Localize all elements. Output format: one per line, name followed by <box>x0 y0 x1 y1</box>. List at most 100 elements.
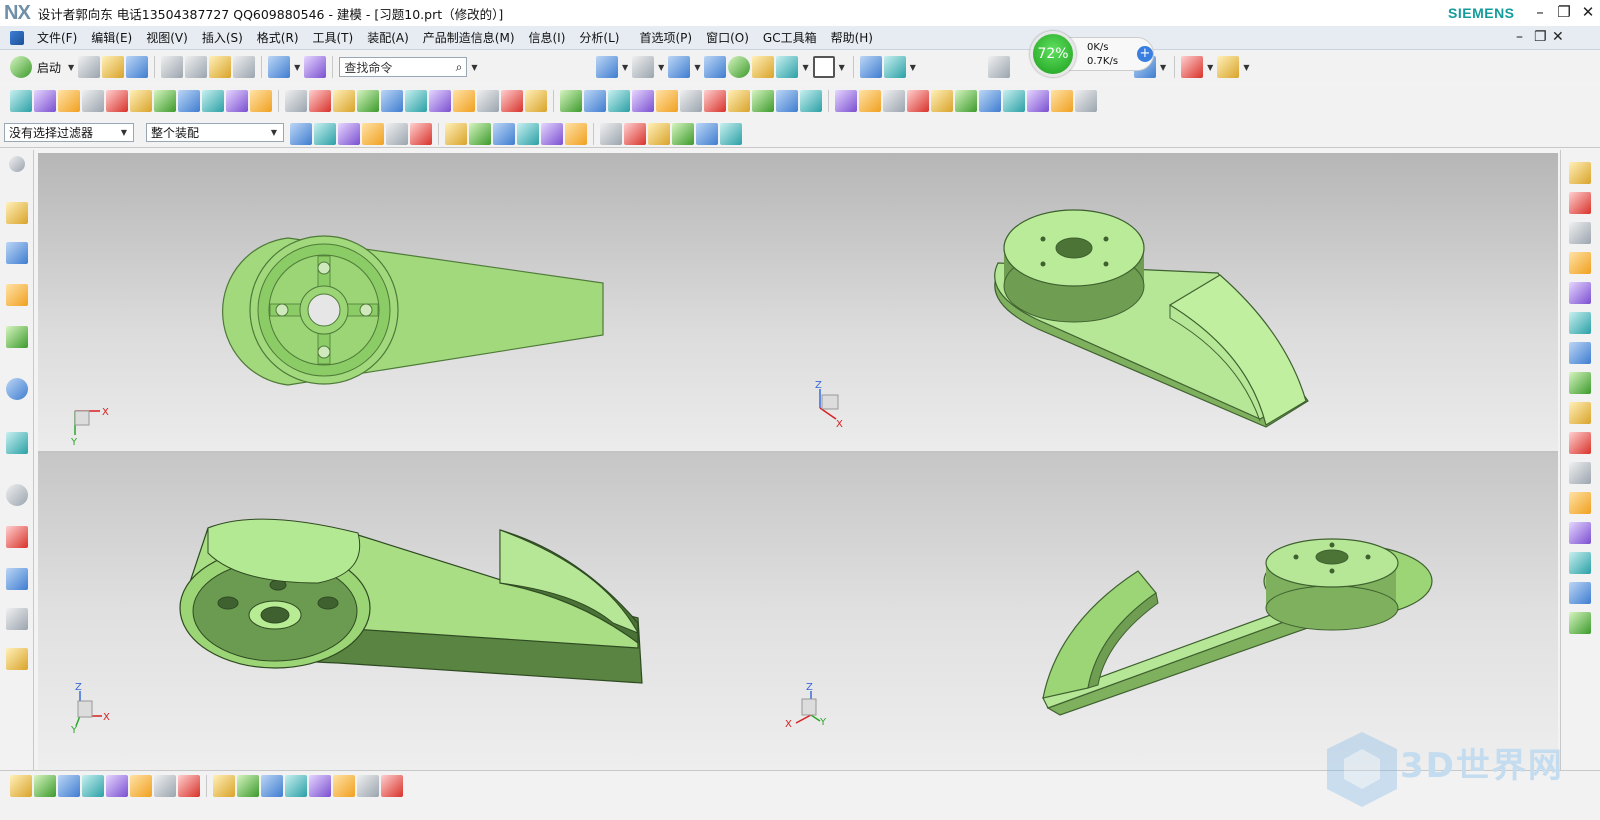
process-studio-icon[interactable] <box>6 568 28 590</box>
doc-restore-button[interactable]: ❐ <box>1534 29 1547 45</box>
bottom-tool-icon-11[interactable] <box>261 775 283 797</box>
model-views[interactable]: X Y Z X Z X Y Z X Y <box>38 153 1558 770</box>
feature-tool-icon-35[interactable] <box>859 90 881 112</box>
command-search-input[interactable]: 查找命令 ⌕ <box>339 57 468 77</box>
feature-tool-icon-40[interactable] <box>979 90 1001 112</box>
show-hide-icon[interactable] <box>859 56 882 78</box>
feature-tool-icon-31[interactable] <box>752 90 774 112</box>
right-rail-tool-icon-4[interactable] <box>1569 252 1591 274</box>
menu-edit[interactable]: 编辑(E) <box>84 29 139 46</box>
bottom-tool-icon-15[interactable] <box>357 775 379 797</box>
feature-tool-icon-14[interactable] <box>333 90 355 112</box>
right-rail-tool-icon-12[interactable] <box>1569 492 1591 514</box>
search-icon[interactable]: ⌕ <box>456 60 463 75</box>
feature-tool-icon-8[interactable] <box>178 90 200 112</box>
feature-tool-icon-4[interactable] <box>82 90 104 112</box>
cut-icon[interactable] <box>161 56 184 78</box>
feature-tool-icon-10[interactable] <box>226 90 248 112</box>
snap-tool-icon-1[interactable] <box>290 123 312 145</box>
snap-tool-icon-18[interactable] <box>720 123 742 145</box>
feature-tool-icon-5[interactable] <box>106 90 128 112</box>
minimize-window-button[interactable]: – <box>1530 3 1550 21</box>
menu-help[interactable]: 帮助(H) <box>824 29 880 46</box>
bottom-tool-icon-16[interactable] <box>381 775 403 797</box>
feature-tool-icon-27[interactable] <box>656 90 678 112</box>
layer-icon[interactable] <box>752 56 775 78</box>
touch-mode-icon[interactable] <box>304 56 327 78</box>
snap-tool-icon-13[interactable] <box>600 123 622 145</box>
restore-window-button[interactable]: ❐ <box>1554 3 1574 21</box>
right-rail-tool-icon-7[interactable] <box>1569 342 1591 364</box>
view-orient-icon[interactable] <box>668 56 691 78</box>
feature-tool-icon-38[interactable] <box>931 90 953 112</box>
reuse-library-icon[interactable] <box>6 326 28 348</box>
snap-tool-icon-4[interactable] <box>362 123 384 145</box>
bottom-tool-icon-4[interactable] <box>82 775 104 797</box>
web-browser-icon[interactable] <box>6 378 28 400</box>
memory-usage-ring[interactable]: 72% <box>1030 31 1076 77</box>
feature-tool-icon-9[interactable] <box>202 90 224 112</box>
menu-assembly[interactable]: 装配(A) <box>360 29 416 46</box>
feature-tool-icon-24[interactable] <box>584 90 606 112</box>
snap-tool-icon-12[interactable] <box>565 123 587 145</box>
snap-tool-icon-9[interactable] <box>493 123 515 145</box>
ruler-icon[interactable] <box>1217 56 1240 78</box>
snap-tool-icon-6[interactable] <box>410 123 432 145</box>
menu-gc-toolbox[interactable]: GC工具箱 <box>756 29 824 46</box>
feature-tool-icon-37[interactable] <box>907 90 929 112</box>
bottom-tool-icon-8[interactable] <box>178 775 200 797</box>
bottom-tool-icon-12[interactable] <box>285 775 307 797</box>
system-materials-icon[interactable] <box>6 526 28 548</box>
feature-tool-icon-7[interactable] <box>154 90 176 112</box>
bottom-tool-icon-6[interactable] <box>130 775 152 797</box>
accelerate-plus-icon[interactable]: + <box>1137 46 1153 62</box>
bottom-tool-icon-9[interactable] <box>213 775 235 797</box>
menu-insert[interactable]: 插入(S) <box>195 29 250 46</box>
selection-scope-dropdown[interactable]: 整个装配 ▼ <box>146 123 284 142</box>
bottom-tool-icon-1[interactable] <box>10 775 32 797</box>
feature-tool-icon-19[interactable] <box>453 90 475 112</box>
bottom-tool-icon-7[interactable] <box>154 775 176 797</box>
bottom-tool-icon-10[interactable] <box>237 775 259 797</box>
settings-gear-icon[interactable] <box>9 156 25 172</box>
feature-tool-icon-33[interactable] <box>800 90 822 112</box>
redo-icon[interactable] <box>233 56 256 78</box>
menu-analysis[interactable]: 分析(L) <box>572 29 626 46</box>
feature-tool-icon-18[interactable] <box>429 90 451 112</box>
type-filter-dropdown[interactable]: 没有选择过滤器 ▼ <box>4 123 134 142</box>
feature-tool-icon-17[interactable] <box>405 90 427 112</box>
right-rail-tool-icon-10[interactable] <box>1569 432 1591 454</box>
right-rail-tool-icon-14[interactable] <box>1569 552 1591 574</box>
feature-tool-icon-21[interactable] <box>501 90 523 112</box>
csys-icon[interactable] <box>268 56 291 78</box>
constraint-navigator-icon[interactable] <box>6 242 28 264</box>
feature-tool-icon-23[interactable] <box>560 90 582 112</box>
snap-tool-icon-7[interactable] <box>445 123 467 145</box>
close-window-button[interactable]: ✕ <box>1578 3 1598 21</box>
assembly-navigator-icon[interactable] <box>6 202 28 224</box>
right-rail-tool-icon-3[interactable] <box>1569 222 1591 244</box>
menu-preferences[interactable]: 首选项(P) <box>632 29 699 46</box>
app-menu-icon[interactable] <box>10 30 24 45</box>
feature-tool-icon-22[interactable] <box>525 90 547 112</box>
feature-tool-icon-30[interactable] <box>728 90 750 112</box>
new-file-icon[interactable] <box>78 56 101 78</box>
start-button[interactable]: 启动 <box>37 59 61 76</box>
feature-tool-icon-43[interactable] <box>1051 90 1073 112</box>
snap-tool-icon-16[interactable] <box>672 123 694 145</box>
right-rail-tool-icon-16[interactable] <box>1569 612 1591 634</box>
feature-tool-icon-42[interactable] <box>1027 90 1049 112</box>
snap-tool-icon-8[interactable] <box>469 123 491 145</box>
history-icon[interactable] <box>6 432 28 454</box>
menu-window[interactable]: 窗口(O) <box>699 29 756 46</box>
right-rail-tool-icon-11[interactable] <box>1569 462 1591 484</box>
start-icon[interactable] <box>10 56 32 78</box>
paste-icon[interactable] <box>209 56 232 78</box>
snap-tool-icon-5[interactable] <box>386 123 408 145</box>
snap-tool-icon-2[interactable] <box>314 123 336 145</box>
snap-tool-icon-17[interactable] <box>696 123 718 145</box>
part-navigator-icon[interactable] <box>6 284 28 306</box>
menu-tools[interactable]: 工具(T) <box>306 29 361 46</box>
feature-tool-icon-6[interactable] <box>130 90 152 112</box>
menu-format[interactable]: 格式(R) <box>250 29 306 46</box>
